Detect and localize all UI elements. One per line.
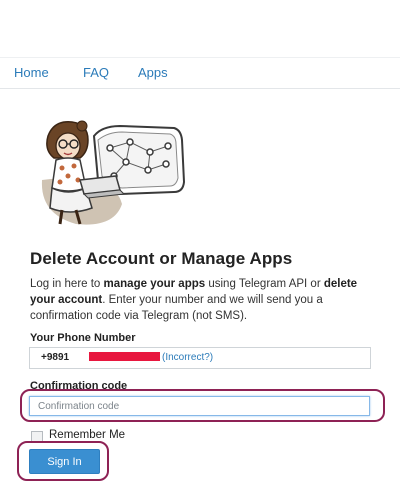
sign-in-button[interactable]: Sign In [29, 449, 100, 474]
nav-apps-link[interactable]: Apps [138, 65, 168, 80]
confirmation-code-input[interactable] [29, 396, 370, 416]
phone-number-display: +9891 (Incorrect?) [29, 347, 371, 369]
page: Home FAQ Apps Delete Account or Manage A… [0, 0, 400, 500]
top-nav: Home FAQ Apps [0, 57, 400, 89]
woman-with-laptop-and-network-icon [28, 118, 188, 235]
phone-number-redaction [89, 352, 160, 361]
manage-apps-emphasis: manage your apps [103, 278, 206, 290]
nav-faq-link[interactable]: FAQ [83, 65, 109, 80]
phone-number-prefix: +9891 [41, 352, 70, 363]
incorrect-number-link[interactable]: (Incorrect?) [162, 352, 213, 363]
phone-number-label: Your Phone Number [30, 332, 136, 344]
remember-me-label[interactable]: Remember Me [49, 429, 125, 441]
intro-text: Log in here to manage your apps using Te… [30, 278, 358, 322]
page-title: Delete Account or Manage Apps [30, 249, 293, 268]
nav-home-link[interactable]: Home [14, 65, 49, 80]
